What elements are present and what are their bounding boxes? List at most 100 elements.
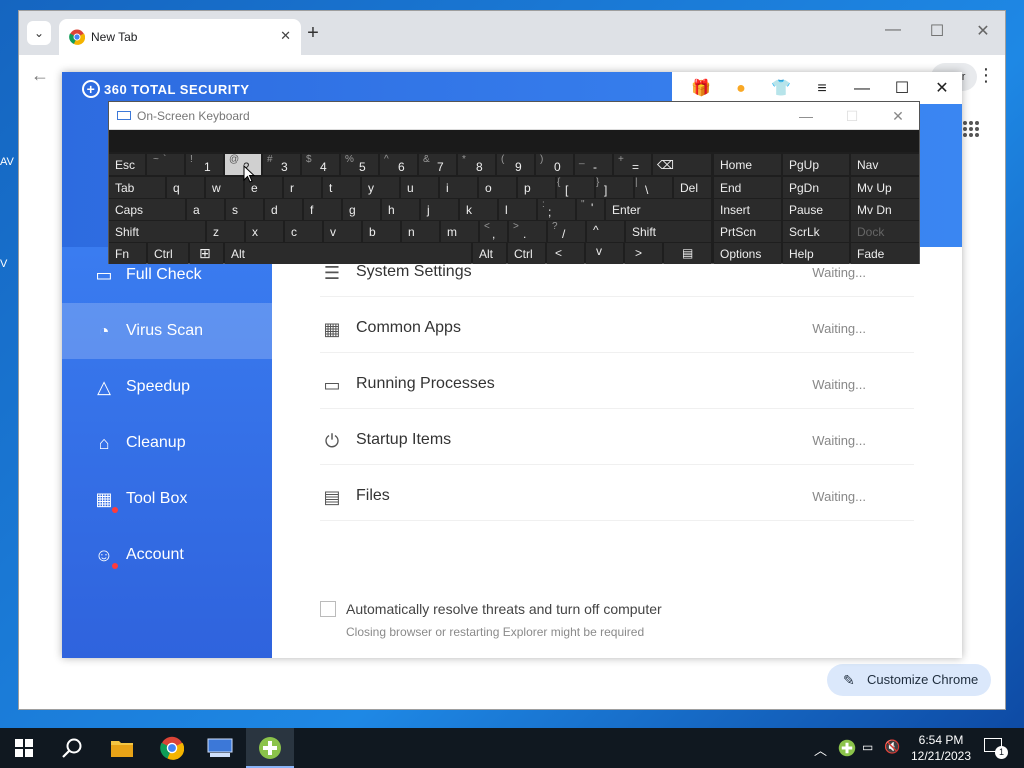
key-nav[interactable]: Nav: [851, 154, 919, 175]
key-caps[interactable]: Caps: [109, 199, 185, 220]
search-button[interactable]: [48, 728, 96, 768]
key-a[interactable]: a: [187, 199, 224, 220]
key-5[interactable]: % 5: [341, 154, 378, 175]
key-home[interactable]: Home: [714, 154, 781, 175]
key-mv-dn[interactable]: Mv Dn: [851, 199, 919, 220]
taskbar-on-screen-keyboard[interactable]: [196, 728, 244, 768]
key-l[interactable]: l: [499, 199, 536, 220]
key-down-arrow[interactable]: v: [586, 243, 623, 264]
chrome-menu-icon[interactable]: ⋮: [977, 65, 995, 86]
tray-360-icon[interactable]: [838, 739, 856, 757]
taskbar-file-explorer[interactable]: [98, 728, 146, 768]
key-m[interactable]: m: [441, 221, 478, 242]
key-help[interactable]: Help: [783, 243, 849, 264]
nav-virus-scan[interactable]: ◔ Virus Scan: [62, 303, 272, 359]
key-pgup[interactable]: PgUp: [783, 154, 849, 175]
key-j[interactable]: j: [421, 199, 458, 220]
google-apps-icon[interactable]: [963, 121, 979, 137]
key-end[interactable]: End: [714, 177, 781, 198]
key-mv-up[interactable]: Mv Up: [851, 177, 919, 198]
key-b[interactable]: b: [363, 221, 400, 242]
desktop-icon-v[interactable]: V: [0, 258, 18, 270]
nav-speedup[interactable]: △ Speedup: [62, 359, 272, 415]
osk-close-button[interactable]: ✕: [883, 106, 913, 126]
key-equals[interactable]: + =: [614, 154, 651, 175]
skin-shirt-icon[interactable]: 👕: [770, 78, 792, 100]
key-alt-left[interactable]: Alt: [225, 243, 471, 264]
key-f[interactable]: f: [304, 199, 341, 220]
key-4[interactable]: $4: [302, 154, 339, 175]
key-left-bracket[interactable]: {[: [557, 177, 594, 198]
key-minus[interactable]: _ -: [575, 154, 612, 175]
key-shift-right[interactable]: Shift: [626, 221, 711, 242]
key-p[interactable]: p: [518, 177, 555, 198]
key-i[interactable]: i: [440, 177, 477, 198]
key-1[interactable]: ! 1: [186, 154, 223, 175]
key-insert[interactable]: Insert: [714, 199, 781, 220]
show-hidden-icons-chevron[interactable]: ︿: [814, 740, 827, 768]
key-left-arrow[interactable]: <: [547, 243, 584, 264]
key-alt-right[interactable]: Alt: [473, 243, 506, 264]
chrome-close-button[interactable]: ✕: [963, 21, 1003, 41]
tab-search-dropdown[interactable]: ⌄: [27, 21, 51, 45]
ts-menu-icon[interactable]: ≡: [804, 76, 840, 102]
key-right-arrow[interactable]: >: [625, 243, 662, 264]
key-ctrl-right[interactable]: Ctrl: [508, 243, 545, 264]
auto-resolve-label[interactable]: Automatically resolve threats and turn o…: [346, 601, 662, 617]
key-period[interactable]: >.: [509, 221, 546, 242]
key-c[interactable]: c: [285, 221, 322, 242]
key-3[interactable]: #3: [263, 154, 300, 175]
key-pause[interactable]: Pause: [783, 199, 849, 220]
key-esc[interactable]: Esc: [109, 154, 145, 175]
key-h[interactable]: h: [382, 199, 419, 220]
key-options[interactable]: Options: [714, 243, 781, 264]
taskbar-360-total-security[interactable]: [246, 728, 294, 768]
chrome-maximize-button[interactable]: ☐: [917, 21, 957, 41]
nav-cleanup[interactable]: ⌂ Cleanup: [62, 415, 272, 471]
key-fade[interactable]: Fade: [851, 243, 919, 264]
nav-account[interactable]: ☺ Account: [62, 527, 272, 583]
key-o[interactable]: o: [479, 177, 516, 198]
close-tab-icon[interactable]: ✕: [280, 28, 291, 44]
key-backslash[interactable]: | \: [635, 177, 672, 198]
notification-center-button[interactable]: 1: [984, 738, 1008, 759]
key-tab[interactable]: Tab: [109, 177, 165, 198]
key-7[interactable]: & 7: [419, 154, 456, 175]
key-w[interactable]: w: [206, 177, 243, 198]
back-arrow-icon[interactable]: ←: [31, 65, 49, 86]
key-right-bracket[interactable]: }]: [596, 177, 633, 198]
key-x[interactable]: x: [246, 221, 283, 242]
key-windows[interactable]: ⊞: [190, 243, 223, 264]
taskbar-clock[interactable]: 6:54 PM 12/21/2023: [910, 732, 972, 764]
key-t[interactable]: t: [323, 177, 360, 198]
key-pgdn[interactable]: PgDn: [783, 177, 849, 198]
key-u[interactable]: u: [401, 177, 438, 198]
key-v[interactable]: v: [324, 221, 361, 242]
network-icon[interactable]: ▭: [862, 740, 873, 768]
gift-icon[interactable]: 🎁: [690, 78, 712, 100]
key-backtick[interactable]: ~ `: [147, 154, 184, 175]
key-scrlk[interactable]: ScrLk: [783, 221, 849, 242]
key-prtscn[interactable]: PrtScn: [714, 221, 781, 242]
key-enter[interactable]: Enter: [606, 199, 711, 220]
key-k[interactable]: k: [460, 199, 497, 220]
key-y[interactable]: y: [362, 177, 399, 198]
key-9[interactable]: (9: [497, 154, 534, 175]
new-tab-button[interactable]: +: [301, 21, 325, 45]
volume-muted-icon[interactable]: 🔇: [884, 739, 900, 768]
ts-maximize-button[interactable]: ☐: [884, 76, 920, 102]
key-8[interactable]: * 8: [458, 154, 495, 175]
key-slash[interactable]: ? /: [548, 221, 585, 242]
start-button[interactable]: [0, 728, 48, 768]
key-s[interactable]: s: [226, 199, 263, 220]
key-fn[interactable]: Fn: [109, 243, 146, 264]
key-comma[interactable]: <,: [480, 221, 507, 242]
coin-icon[interactable]: ●: [730, 78, 752, 100]
key-menu[interactable]: ▤: [664, 243, 711, 264]
key-d[interactable]: d: [265, 199, 302, 220]
ts-minimize-button[interactable]: —: [844, 76, 880, 102]
key-shift-left[interactable]: Shift: [109, 221, 205, 242]
key-del[interactable]: Del: [674, 177, 711, 198]
key-backspace[interactable]: ⌫: [653, 154, 711, 175]
key-q[interactable]: q: [167, 177, 204, 198]
